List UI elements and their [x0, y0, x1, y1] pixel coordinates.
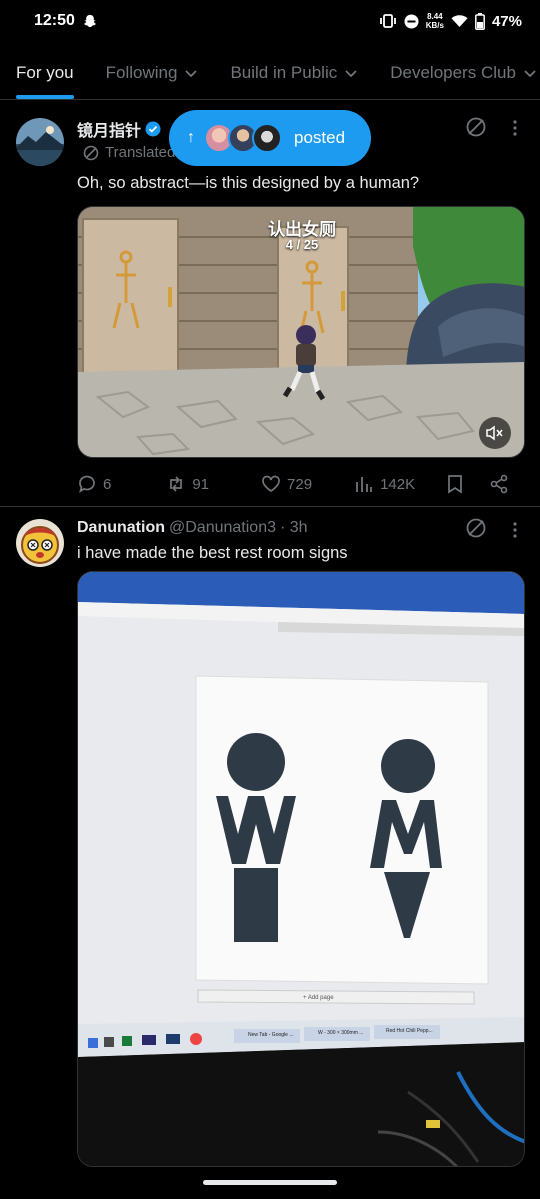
views-button[interactable]: 142K: [354, 474, 415, 494]
taskbar-tab-label: Red Hot Chili Pepp...: [386, 1028, 433, 1034]
repost-icon: [170, 476, 183, 492]
share-icon: [490, 474, 508, 494]
tweet-text: i have made the best rest room signs: [77, 544, 348, 562]
reply-button[interactable]: 6: [77, 474, 111, 494]
display-name[interactable]: Danunation: [77, 519, 165, 537]
new-posts-pill[interactable]: ↑ posted: [169, 110, 371, 166]
more-options-icon[interactable]: [505, 520, 525, 540]
tweet[interactable]: 镜月指针 Translated Oh, so abstract—is this …: [0, 0, 540, 505]
posted-label: posted: [294, 128, 346, 147]
views-icon: [356, 477, 372, 492]
translated-indicator[interactable]: Translated: [83, 144, 175, 161]
arrow-up-icon: ↑: [187, 129, 195, 146]
translate-icon: [83, 145, 99, 160]
like-button[interactable]: 729: [261, 474, 312, 494]
repost-button[interactable]: 91: [166, 474, 209, 494]
tweet-text: Oh, so abstract—is this designed by a hu…: [77, 174, 420, 192]
speaker-muted-icon: [486, 425, 503, 441]
tweet[interactable]: Danunation @Danunation3 · 3h i have made…: [0, 507, 540, 1177]
reply-icon: [79, 475, 95, 493]
grok-icon[interactable]: [465, 517, 487, 539]
mute-button[interactable]: [479, 417, 511, 449]
add-page-label: + Add page: [303, 995, 334, 1001]
avatar[interactable]: [16, 519, 64, 567]
avatar: [252, 123, 282, 153]
timestamp[interactable]: · 3h: [280, 519, 308, 537]
tweet-header: Danunation @Danunation3 · 3h: [77, 519, 308, 537]
heart-icon: [262, 475, 280, 493]
poster-avatars: [204, 123, 282, 153]
avatar[interactable]: [16, 118, 64, 166]
verified-badge-icon: [145, 121, 161, 137]
tweet-photo[interactable]: + Add page New Tab - Google ... W - 300 …: [77, 571, 525, 1167]
bookmark-icon: [448, 475, 462, 494]
more-options-icon[interactable]: [505, 118, 525, 138]
home-indicator[interactable]: [203, 1180, 337, 1185]
grok-icon[interactable]: [465, 116, 487, 138]
tweet-video[interactable]: 认出女厕 4 / 25: [77, 206, 525, 458]
tweet-header: 镜月指针: [77, 117, 161, 141]
display-name[interactable]: 镜月指针: [77, 117, 141, 141]
tweet-actions: 6 91 729 142K: [77, 470, 525, 498]
avatar-image: [16, 118, 64, 166]
bookmark-button[interactable]: [445, 474, 465, 494]
taskbar-tab-label: New Tab - Google ...: [248, 1032, 294, 1038]
share-button[interactable]: [489, 474, 509, 494]
photo-monitor: [78, 572, 524, 1166]
username[interactable]: @Danunation3: [169, 519, 276, 537]
avatar-image: [16, 519, 64, 567]
taskbar-tab-label: W - 300 × 300mm ...: [318, 1030, 364, 1036]
video-caption-progress: 4 / 25: [285, 237, 319, 252]
